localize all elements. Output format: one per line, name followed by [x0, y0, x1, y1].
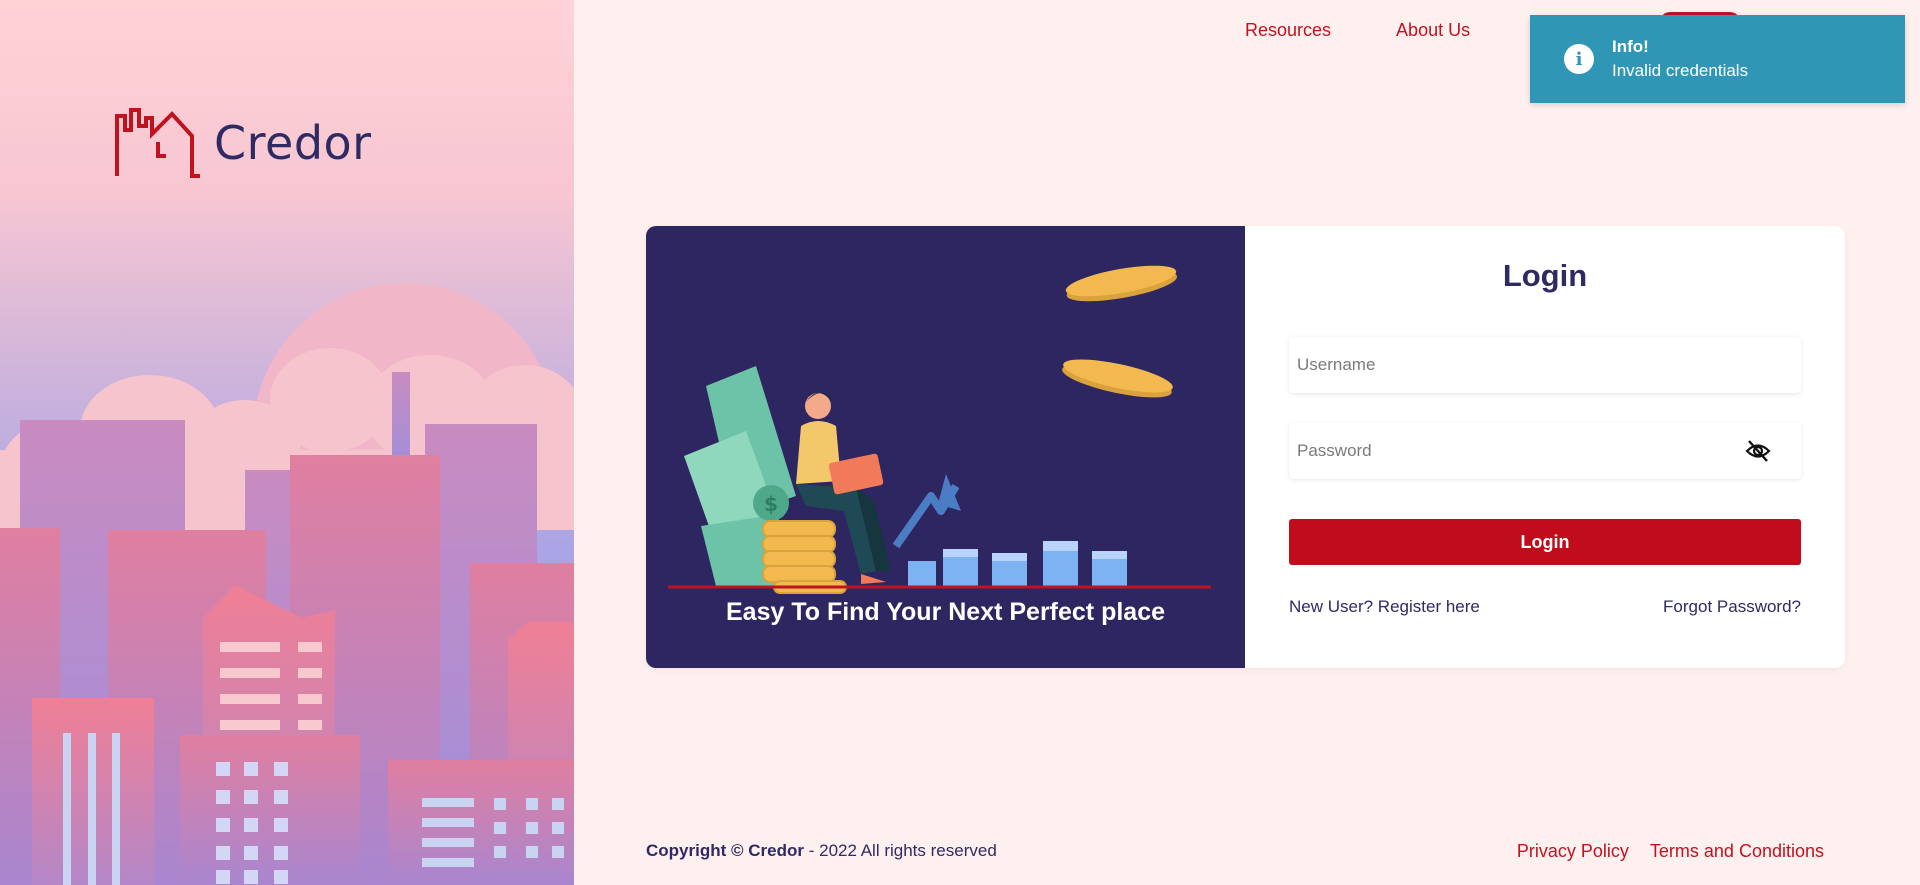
password-field-wrapper	[1289, 423, 1801, 479]
info-toast[interactable]: i Info! Invalid credentials	[1530, 15, 1905, 103]
login-card: $ Easy To Find Your Next Perfect place L…	[646, 226, 1845, 668]
brand-name: Credor	[214, 116, 372, 170]
toast-message: Invalid credentials	[1612, 61, 1749, 80]
toast-title: Info!	[1612, 37, 1649, 56]
footer-copyright: Copyright © Credor - 2022 All rights res…	[646, 841, 997, 861]
register-link[interactable]: New User? Register here	[1289, 597, 1480, 617]
login-submit-button[interactable]: Login	[1289, 519, 1801, 565]
login-form-panel: Login Login New User? Register here Forg…	[1245, 226, 1845, 668]
info-icon: i	[1564, 44, 1594, 74]
svg-text:$: $	[764, 492, 778, 516]
nav-resources-link[interactable]: Resources	[1245, 20, 1331, 41]
forgot-password-link[interactable]: Forgot Password?	[1663, 597, 1801, 617]
toggle-password-visibility-icon[interactable]	[1745, 439, 1771, 463]
terms-and-conditions-link[interactable]: Terms and Conditions	[1650, 841, 1824, 862]
building-logo-icon	[115, 108, 200, 178]
password-input[interactable]	[1289, 423, 1801, 479]
footer-links: Privacy Policy Terms and Conditions	[1517, 841, 1824, 862]
copyright-suffix: - 2022 All rights reserved	[808, 841, 997, 860]
copyright-prefix: Copyright ©	[646, 841, 744, 860]
hero-tagline: Easy To Find Your Next Perfect place	[725, 598, 1166, 626]
hero-panel: $ Easy To Find Your Next Perfect place	[646, 226, 1245, 668]
username-input[interactable]	[1289, 337, 1801, 393]
privacy-policy-link[interactable]: Privacy Policy	[1517, 841, 1629, 862]
credor-logo[interactable]: Credor	[114, 106, 372, 180]
top-nav: Resources About Us	[1245, 20, 1470, 41]
nav-about-us-link[interactable]: About Us	[1396, 20, 1470, 41]
login-title: Login	[1502, 258, 1588, 293]
copyright-brand: Credor	[748, 841, 804, 860]
username-field-wrapper	[1289, 337, 1801, 393]
city-illustration-panel: Credor	[0, 0, 574, 885]
